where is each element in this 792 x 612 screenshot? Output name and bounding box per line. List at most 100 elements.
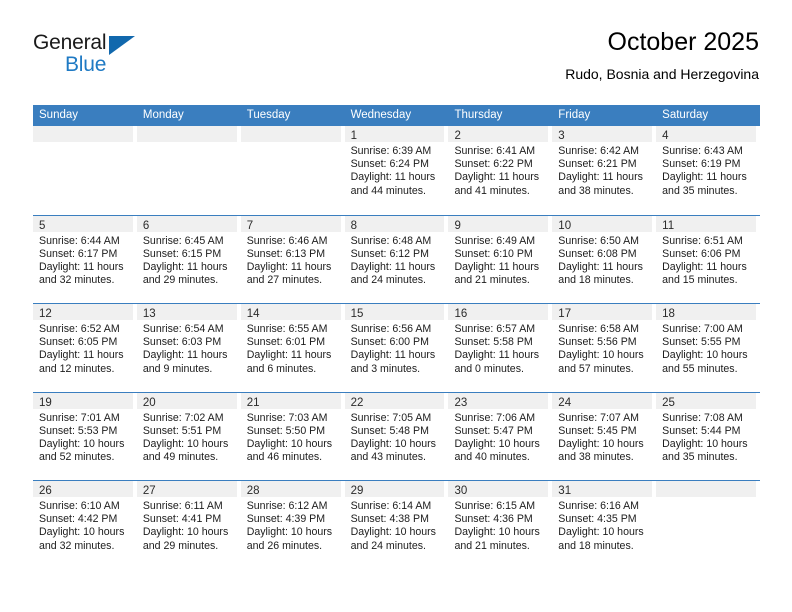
day-cell[interactable]: 27 Sunrise: 6:11 AM Sunset: 4:41 PM Dayligh… — [136, 481, 241, 569]
day-cell[interactable]: 18 Sunrise: 7:00 AM Sunset: 5:55 PM Dayligh… — [656, 304, 760, 392]
day-cell[interactable]: 23 Sunrise: 7:06 AM Sunset: 5:47 PM Dayligh… — [448, 392, 552, 481]
daylight-line-1: Daylight: 10 hours — [39, 437, 125, 450]
sunset-text: Sunset: 5:58 PM — [454, 336, 533, 349]
day-number: 19 — [39, 396, 52, 409]
daylight-line-1: Daylight: 10 hours — [246, 526, 333, 539]
day-details: Sunrise: 6:43 AM Sunset: 6:19 PM Daylight:… — [656, 142, 756, 198]
sunset-text: Sunset: 6:15 PM — [142, 247, 222, 260]
sunrise-text: Sunrise: 7:00 AM — [662, 323, 743, 335]
day-cell[interactable]: 7 Sunrise: 6:46 AM Sunset: 6:13 PM Daylight… — [240, 215, 345, 304]
day-cell[interactable]: 8 Sunrise: 6:48 AM Sunset: 6:12 PM Daylight… — [344, 215, 449, 304]
daylight-text: Daylight: 11 hours and 12 minutes. — [39, 349, 133, 375]
sunset-text: Sunset: 4:38 PM — [350, 513, 429, 526]
daylight-text: Daylight: 11 hours and 24 minutes. — [351, 261, 445, 287]
day-cell[interactable]: 21 Sunrise: 7:03 AM Sunset: 5:50 PM Dayligh… — [240, 392, 345, 481]
day-cell[interactable]: 9 Sunrise: 6:49 AM Sunset: 6:10 PM Daylight… — [448, 215, 552, 304]
day-cell[interactable]: 20 Sunrise: 7:02 AM Sunset: 5:51 PM Dayligh… — [136, 392, 241, 481]
day-cell[interactable]: 5 Sunrise: 6:44 AM Sunset: 6:17 PM Daylight… — [33, 215, 137, 304]
day-number-band: 17 — [552, 304, 653, 320]
day-number-band: 24 — [552, 392, 653, 409]
day-cell[interactable]: 28 Sunrise: 6:12 AM Sunset: 4:39 PM Dayligh… — [240, 481, 345, 569]
daylight-line-2: and 0 minutes. — [454, 362, 524, 375]
day-cell[interactable]: 19 Sunrise: 7:01 AM Sunset: 5:53 PM Dayligh… — [33, 392, 137, 481]
day-number-band: 31 — [552, 481, 653, 497]
day-cell[interactable]: 22 Sunrise: 7:05 AM Sunset: 5:48 PM Dayligh… — [344, 392, 449, 481]
day-cell[interactable]: 3 Sunrise: 6:42 AM Sunset: 6:21 PM Daylight… — [552, 126, 656, 215]
daylight-line-1: Daylight: 11 hours — [142, 260, 228, 273]
day-details: Sunrise: 6:48 AM Sunset: 6:12 PM Daylight:… — [345, 232, 445, 288]
sunset-text: Sunset: 5:48 PM — [350, 424, 429, 437]
day-cell[interactable]: 17 Sunrise: 6:58 AM Sunset: 5:56 PM Dayligh… — [552, 304, 656, 392]
day-number: 12 — [39, 308, 52, 320]
sunset-text: Sunset: 6:06 PM — [662, 247, 741, 260]
daylight-line-1: Daylight: 10 hours — [558, 437, 644, 450]
daylight-line-1: Daylight: 11 hours — [39, 260, 124, 273]
day-number-band: 2 — [448, 126, 549, 142]
day-details: Sunrise: 6:44 AM Sunset: 6:17 PM Daylight:… — [33, 232, 133, 288]
day-cell[interactable]: 6 Sunrise: 6:45 AM Sunset: 6:15 PM Daylight… — [136, 215, 241, 304]
day-number: 27 — [142, 485, 156, 497]
day-details: Sunrise: 6:50 AM Sunset: 6:08 PM Daylight:… — [552, 232, 652, 288]
day-number: 3 — [558, 130, 565, 142]
day-cell[interactable]: 10 Sunrise: 6:50 AM Sunset: 6:08 PM Dayligh… — [552, 215, 656, 304]
sunrise-text: Sunrise: 6:16 AM — [558, 500, 639, 512]
daylight-line-1: Daylight: 10 hours — [558, 526, 644, 539]
day-cell[interactable]: 25 Sunrise: 7:08 AM Sunset: 5:44 PM Dayligh… — [656, 392, 760, 481]
sunset-text: Sunset: 6:22 PM — [454, 158, 533, 171]
daylight-text: Daylight: 10 hours and 32 minutes. — [39, 526, 133, 552]
day-number-band: 29 — [344, 481, 445, 497]
daylight-line-1: Daylight: 10 hours — [558, 349, 644, 362]
day-cell-empty — [136, 126, 241, 215]
day-cell[interactable]: 11 Sunrise: 6:51 AM Sunset: 6:06 PM Dayligh… — [656, 215, 760, 304]
day-number: 21 — [246, 396, 260, 409]
day-cell[interactable]: 14 Sunrise: 6:55 AM Sunset: 6:01 PM Dayligh… — [240, 304, 345, 392]
sunrise-text: Sunrise: 7:01 AM — [39, 411, 120, 424]
day-cell[interactable]: 30 Sunrise: 6:15 AM Sunset: 4:36 PM Dayligh… — [448, 481, 552, 569]
daylight-text: Daylight: 11 hours and 29 minutes. — [143, 261, 237, 287]
day-details: Sunrise: 6:45 AM Sunset: 6:15 PM Daylight:… — [137, 232, 237, 288]
day-details: Sunrise: 6:57 AM Sunset: 5:58 PM Daylight:… — [448, 320, 548, 376]
daylight-line-1: Daylight: 11 hours — [662, 260, 747, 273]
day-details: Sunrise: 6:42 AM Sunset: 6:21 PM Daylight:… — [552, 142, 652, 198]
week-row: 1 Sunrise: 6:39 AM Sunset: 6:24 PM Daylight… — [33, 126, 760, 215]
day-number-band: 27 — [136, 481, 237, 497]
day-cell[interactable]: 4 Sunrise: 6:43 AM Sunset: 6:19 PM Daylight… — [656, 126, 760, 215]
sunrise-text: Sunrise: 6:43 AM — [662, 145, 743, 157]
day-number: 20 — [142, 396, 156, 409]
day-cell[interactable]: 26 Sunrise: 6:10 AM Sunset: 4:42 PM Dayligh… — [33, 481, 137, 569]
day-cell[interactable]: 24 Sunrise: 7:07 AM Sunset: 5:45 PM Dayligh… — [552, 392, 656, 481]
sunrise-text: Sunrise: 6:55 AM — [246, 323, 328, 335]
day-cell[interactable]: 2 Sunrise: 6:41 AM Sunset: 6:22 PM Daylight… — [448, 126, 552, 215]
daylight-text: Daylight: 10 hours and 55 minutes. — [662, 349, 756, 375]
day-number-band: 15 — [344, 304, 445, 320]
daylight-line-2: and 12 minutes. — [39, 362, 115, 375]
weekday-header-tuesday: Tuesday — [246, 109, 291, 121]
day-cell[interactable]: 29 Sunrise: 6:14 AM Sunset: 4:38 PM Dayligh… — [344, 481, 449, 569]
sunrise-text: Sunrise: 6:11 AM — [142, 500, 223, 512]
day-cell[interactable]: 31 Sunrise: 6:16 AM Sunset: 4:35 PM Dayligh… — [552, 481, 656, 569]
sunrise-text: Sunrise: 6:52 AM — [39, 323, 120, 335]
day-cell[interactable]: 12 Sunrise: 6:52 AM Sunset: 6:05 PM Dayligh… — [33, 304, 137, 392]
daylight-text: Daylight: 11 hours and 9 minutes. — [143, 349, 237, 375]
sunrise-text: Sunrise: 7:05 AM — [350, 411, 432, 424]
day-number: 28 — [246, 485, 260, 497]
day-cell[interactable]: 13 Sunrise: 6:54 AM Sunset: 6:03 PM Dayligh… — [136, 304, 241, 392]
day-number-band — [240, 126, 341, 142]
daylight-text: Daylight: 11 hours and 44 minutes. — [351, 171, 445, 197]
day-cell[interactable]: 1 Sunrise: 6:39 AM Sunset: 6:24 PM Daylight… — [344, 126, 449, 215]
daylight-line-1: Daylight: 11 hours — [662, 171, 747, 184]
sunrise-text: Sunrise: 6:12 AM — [246, 500, 328, 512]
sunrise-text: Sunrise: 7:06 AM — [454, 411, 536, 424]
day-cell[interactable]: 15 Sunrise: 6:56 AM Sunset: 6:00 PM Dayligh… — [344, 304, 449, 392]
day-details: Sunrise: 6:46 AM Sunset: 6:13 PM Daylight:… — [241, 232, 341, 288]
weekday-header-sunday: Sunday — [39, 109, 79, 121]
day-cell[interactable]: 16 Sunrise: 6:57 AM Sunset: 5:58 PM Dayligh… — [448, 304, 552, 392]
sunrise-text: Sunrise: 6:54 AM — [142, 323, 224, 335]
daylight-line-1: Daylight: 10 hours — [39, 526, 125, 539]
sunrise-text: Sunrise: 6:45 AM — [142, 234, 224, 247]
day-number-band: 9 — [448, 215, 549, 232]
sunrise-text: Sunrise: 6:58 AM — [558, 323, 639, 335]
week-row: 5 Sunrise: 6:44 AM Sunset: 6:17 PM Daylight… — [33, 214, 760, 304]
sunset-text: Sunset: 4:41 PM — [142, 513, 222, 526]
weekday-header-thursday: Thursday — [454, 109, 503, 121]
